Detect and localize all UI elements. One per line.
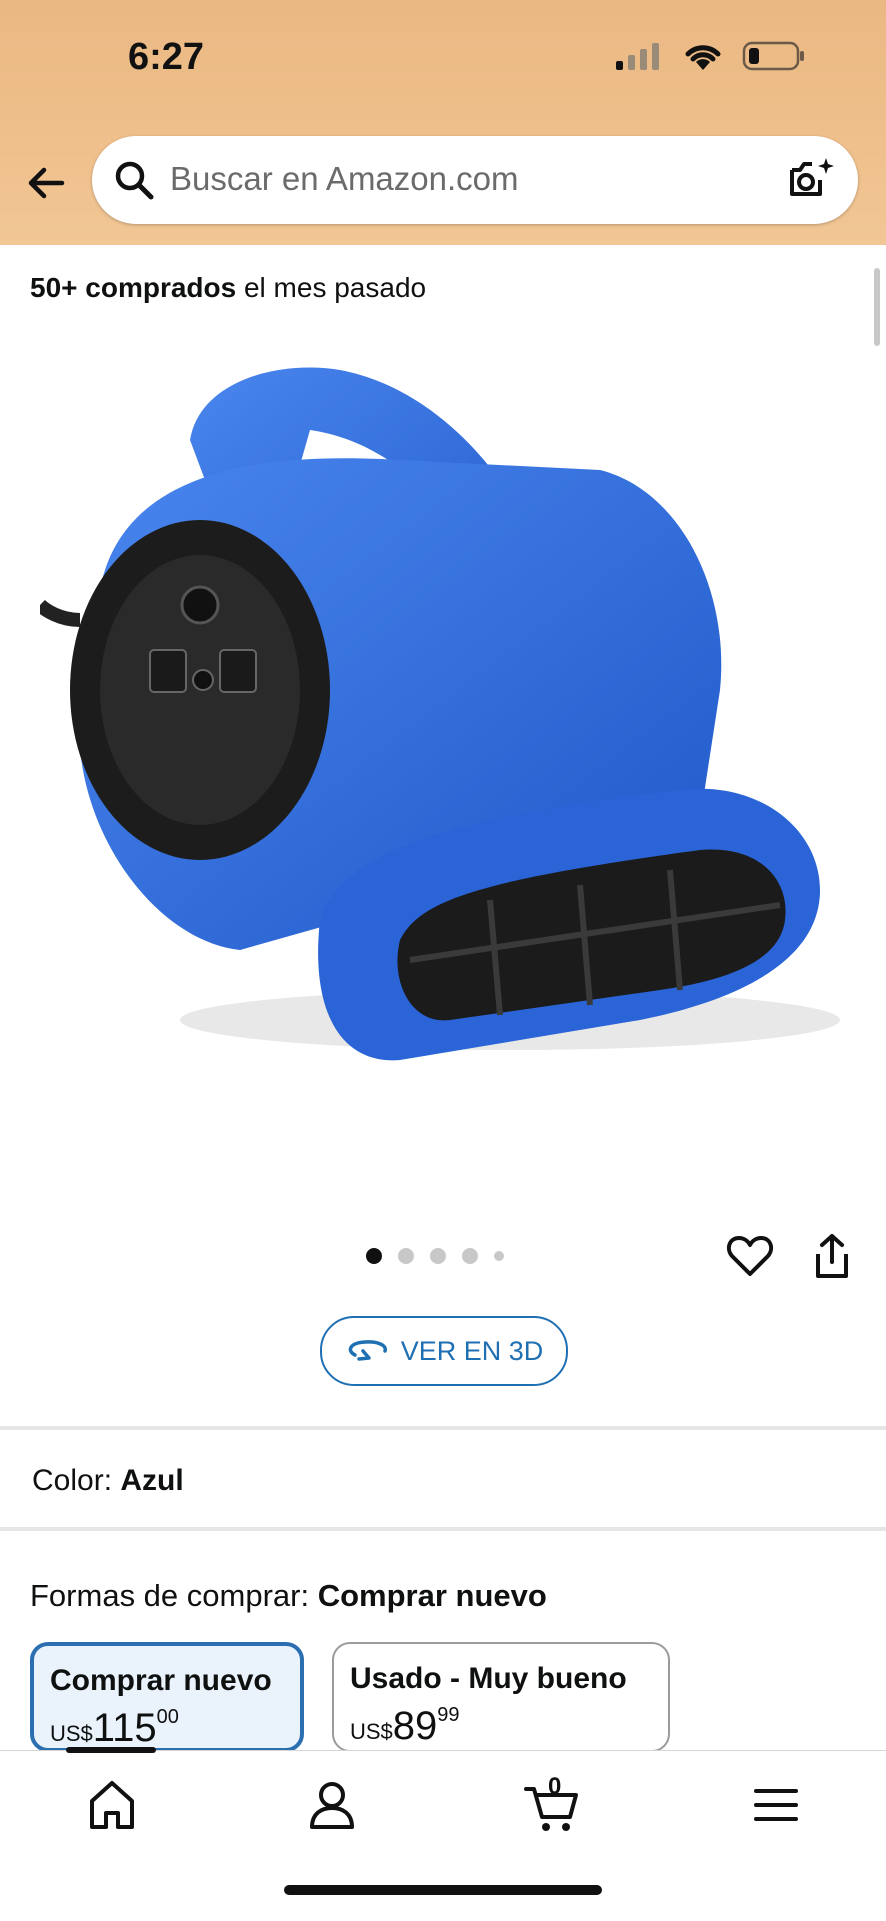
- purchase-count-bold: 50+ comprados: [30, 272, 237, 303]
- search-icon: [115, 161, 154, 200]
- carousel-dot[interactable]: [398, 1248, 414, 1264]
- top-header: 6:27 Buscar en Amazon.com: [0, 0, 886, 245]
- option-used-very-good[interactable]: Usado - Muy bueno US$8999: [332, 1642, 670, 1752]
- back-arrow-icon[interactable]: [22, 158, 72, 208]
- price-fraction: 00: [156, 1706, 179, 1728]
- price-whole: 115: [92, 1706, 157, 1750]
- cart-button[interactable]: 0: [522, 1773, 582, 1835]
- price-fraction: 99: [437, 1704, 460, 1726]
- account-icon[interactable]: [302, 1775, 362, 1835]
- search-bar[interactable]: Buscar en Amazon.com: [92, 136, 858, 224]
- buying-options-label: Formas de comprar:: [30, 1578, 310, 1613]
- share-icon[interactable]: [808, 1232, 856, 1280]
- battery-icon: [742, 41, 804, 71]
- price-currency: US$: [50, 1721, 93, 1746]
- carousel-dot[interactable]: [494, 1251, 504, 1261]
- option-title: Usado - Muy bueno: [350, 1662, 627, 1695]
- purchase-count-rest: el mes pasado: [236, 272, 427, 303]
- status-time: 6:27: [128, 36, 205, 78]
- home-icon[interactable]: [82, 1775, 142, 1835]
- carousel-dots[interactable]: [366, 1248, 504, 1264]
- signal-icon: [616, 43, 659, 70]
- carousel-dot[interactable]: [430, 1248, 446, 1264]
- price-currency: US$: [350, 1719, 393, 1744]
- search-input[interactable]: Buscar en Amazon.com: [170, 160, 519, 198]
- product-image[interactable]: [40, 360, 850, 1140]
- bottom-navigation: 0: [0, 1747, 886, 1921]
- status-icons: [614, 40, 806, 72]
- active-tab-indicator: [66, 1747, 156, 1753]
- divider: [0, 1426, 886, 1430]
- divider: [0, 1527, 886, 1531]
- carousel-dot[interactable]: [462, 1248, 478, 1264]
- heart-icon[interactable]: [726, 1232, 774, 1280]
- buying-options-heading: Formas de comprar: Comprar nuevo: [30, 1578, 547, 1614]
- buying-options-value: Comprar nuevo: [317, 1578, 547, 1613]
- view-3d-label: VER EN 3D: [400, 1335, 544, 1366]
- home-indicator[interactable]: [284, 1885, 602, 1895]
- option-title: Comprar nuevo: [50, 1664, 272, 1697]
- color-label: Color:: [32, 1464, 113, 1497]
- rotate-3d-icon: [348, 1340, 387, 1361]
- carousel-dot[interactable]: [366, 1248, 382, 1264]
- menu-icon[interactable]: [746, 1775, 806, 1835]
- option-buy-new[interactable]: Comprar nuevo US$11500: [30, 1642, 304, 1752]
- camera-icon[interactable]: [786, 154, 836, 204]
- color-selector[interactable]: Color: Azul: [32, 1464, 184, 1498]
- scrollbar[interactable]: [874, 268, 880, 346]
- purchase-count: 50+ comprados el mes pasado: [30, 272, 426, 304]
- color-value: Azul: [120, 1464, 184, 1497]
- view-3d-button[interactable]: VER EN 3D: [320, 1316, 568, 1386]
- option-price: US$8999: [350, 1704, 460, 1749]
- wifi-icon: [685, 45, 721, 70]
- option-price: US$11500: [50, 1706, 179, 1750]
- price-whole: 89: [392, 1704, 438, 1748]
- cart-count: 0: [548, 1773, 562, 1800]
